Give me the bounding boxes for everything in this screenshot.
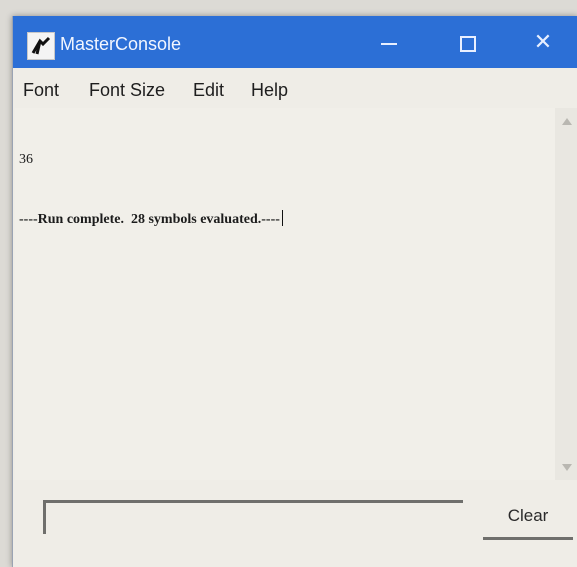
menu-font[interactable]: Font (23, 80, 59, 101)
menu-edit[interactable]: Edit (193, 80, 224, 101)
menu-bar: Font Font Size Edit Help (13, 68, 577, 108)
minimize-button[interactable] (367, 26, 411, 60)
close-icon: ✕ (533, 30, 553, 55)
title-bar[interactable]: MasterConsole ✕ (13, 16, 577, 68)
maximize-button[interactable] (445, 26, 489, 60)
menu-font-size[interactable]: Font Size (89, 80, 165, 101)
console-output[interactable]: 36 ----Run complete. 28 symbols evaluate… (15, 108, 555, 480)
minimize-icon (381, 43, 397, 45)
clear-button[interactable]: Clear (483, 494, 573, 540)
window-title: MasterConsole (60, 34, 182, 54)
console-line: 36 (19, 152, 33, 167)
menu-help[interactable]: Help (251, 80, 288, 101)
text-cursor (281, 210, 283, 226)
app-logo-icon (27, 32, 55, 60)
maximize-icon (460, 36, 476, 52)
app-window: MasterConsole ✕ Font Font Size Edit Help… (12, 16, 577, 567)
close-button[interactable]: ✕ (521, 26, 565, 60)
command-input[interactable] (43, 500, 463, 534)
console-line-text: ----Run complete. 28 symbols evaluated.-… (19, 212, 280, 227)
console-text: 36 ----Run complete. 28 symbols evaluate… (19, 110, 283, 270)
scroll-up-arrow-icon[interactable] (562, 118, 572, 125)
console-line: ----Run complete. 28 symbols evaluated.-… (19, 210, 283, 230)
vertical-scrollbar[interactable] (555, 108, 577, 480)
scroll-down-arrow-icon[interactable] (562, 464, 572, 471)
